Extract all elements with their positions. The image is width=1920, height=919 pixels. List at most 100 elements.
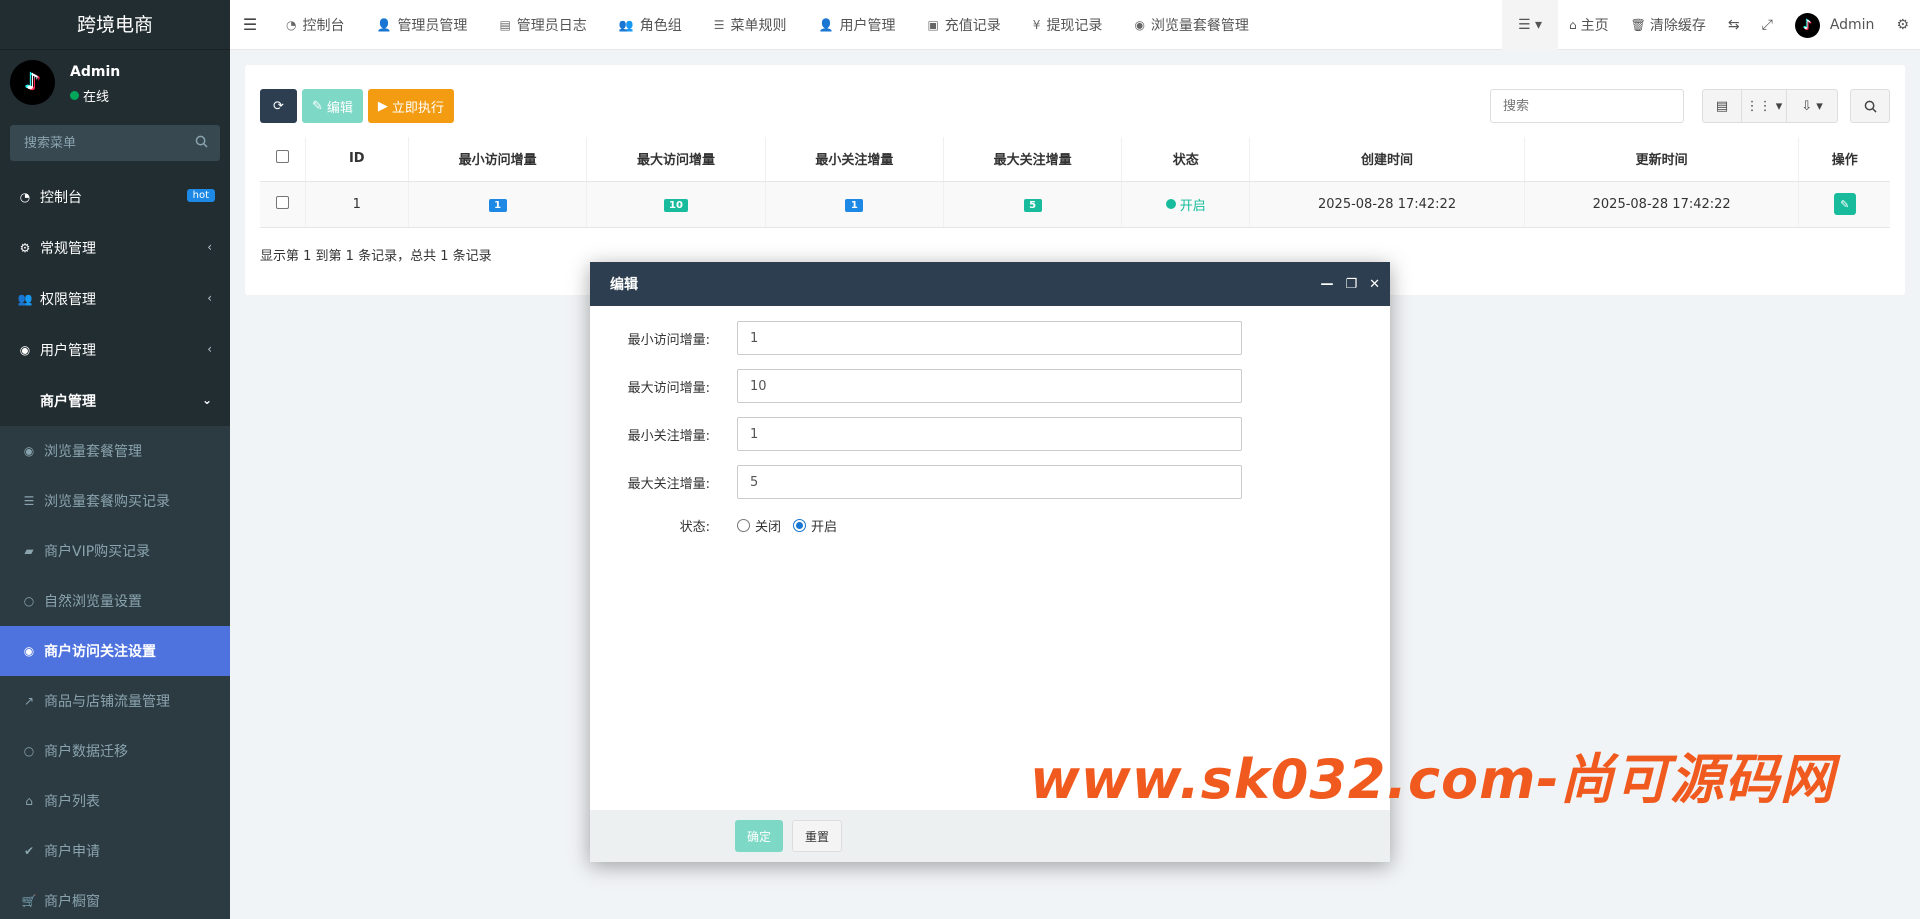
execute-button[interactable]: ▶ 立即执行 — [367, 89, 454, 123]
sidebar-item-label: 商户申请 — [44, 844, 100, 860]
settings-button[interactable]: ⚙ — [1885, 0, 1920, 50]
confirm-button[interactable]: 确定 — [735, 820, 784, 852]
minimize-icon[interactable]: — — [1320, 277, 1333, 292]
sidebar-item-dashboard[interactable]: ◔ 控制台 hot — [0, 171, 230, 222]
column-header[interactable]: 最小关注增量 — [765, 137, 944, 182]
column-header[interactable]: 最小访问增量 — [408, 137, 588, 182]
close-icon[interactable]: ✕ — [1369, 277, 1380, 292]
status-radio-on[interactable]: 开启 — [793, 516, 837, 535]
cell-max-visit: 10 — [586, 181, 766, 228]
field-label: 最大访问增量: — [627, 380, 710, 396]
cell-id: 1 — [305, 181, 409, 228]
search-icon[interactable] — [195, 135, 208, 148]
language-button[interactable]: ⇆ — [1717, 0, 1751, 50]
column-header[interactable]: 状态 — [1121, 137, 1251, 182]
tab-admin-log[interactable]: ▤ 管理员日志 — [483, 0, 602, 50]
sidebar-subitem-data-migration[interactable]: ○ 商户数据迁移 — [0, 726, 230, 776]
form-row: 最大访问增量: — [590, 369, 1390, 403]
maximize-icon[interactable]: ❐ — [1345, 277, 1357, 292]
sidebar-subitem-merchant-list[interactable]: ⌂ 商户列表 — [0, 776, 230, 826]
user-icon: 👤 — [818, 17, 834, 32]
tab-user-manage[interactable]: 👤 用户管理 — [803, 0, 912, 50]
sidebar-subitem-traffic-purchase[interactable]: ☰ 浏览量套餐购买记录 — [0, 476, 230, 526]
refresh-icon: ⟳ — [273, 98, 284, 114]
edit-button[interactable]: ✎ 编辑 — [302, 89, 363, 123]
column-header[interactable]: 最大访问增量 — [586, 137, 766, 182]
min-visit-input[interactable] — [737, 321, 1242, 355]
column-header[interactable]: 创建时间 — [1249, 137, 1525, 182]
value-badge: 1 — [845, 198, 864, 212]
circle-icon: ○ — [23, 594, 35, 608]
sidebar-subitem-traffic-package[interactable]: ◉ 浏览量套餐管理 — [0, 426, 230, 476]
columns-button[interactable]: ⋮⋮ ▾ — [1741, 89, 1787, 123]
column-header[interactable]: 最大关注增量 — [943, 137, 1123, 182]
data-table: ID 最小访问增量 最大访问增量 最小关注增量 最大关注增量 状态 创建时间 更… — [260, 137, 1890, 228]
brand-logo[interactable]: 跨境电商 — [0, 0, 230, 50]
tab-menu-rule[interactable]: ☰ 菜单规则 — [698, 0, 803, 50]
tab-traffic-package[interactable]: ◉ 浏览量套餐管理 — [1118, 0, 1264, 50]
max-visit-input[interactable] — [737, 369, 1242, 403]
menu-toggle-icon[interactable]: ☰ — [230, 0, 270, 50]
reset-button[interactable]: 重置 — [792, 820, 843, 852]
home-link[interactable]: ⌂ 主页 — [1558, 0, 1620, 50]
dashboard-icon: ◔ — [19, 189, 31, 204]
sidebar-search-input[interactable] — [10, 125, 220, 161]
column-header[interactable]: 更新时间 — [1524, 137, 1800, 182]
sidebar-subitem-goods-traffic[interactable]: ↗ 商品与店铺流量管理 — [0, 676, 230, 726]
sidebar-subitem-natural-traffic[interactable]: ○ 自然浏览量设置 — [0, 576, 230, 626]
table-search-input[interactable] — [1490, 89, 1684, 123]
radio-circle[interactable] — [793, 518, 807, 532]
dashboard-icon: ◔ — [286, 17, 297, 32]
clear-cache-button[interactable]: 🗑 清除缓存 — [1620, 0, 1717, 50]
dialog-title: 编辑 — [610, 277, 638, 293]
field-label: 状态: — [679, 519, 710, 535]
toggle-view-button[interactable]: ▤ — [1702, 89, 1742, 123]
radio-label: 开启 — [811, 519, 838, 535]
list-icon: ☰ ▾ — [1517, 17, 1543, 33]
sidebar-subitem-merchant-apply[interactable]: ✔ 商户申请 — [0, 826, 230, 876]
radio-circle[interactable] — [737, 518, 750, 532]
user-panel: ♪ Admin 在线 — [0, 50, 230, 115]
cell-min-follow: 1 — [765, 181, 944, 228]
tabs-dropdown-button[interactable]: ☰ ▾ — [1501, 0, 1559, 50]
select-all-checkbox[interactable] — [275, 150, 289, 164]
eye-icon: ◉ — [23, 644, 35, 658]
status-badge[interactable]: 开启 — [1165, 195, 1206, 214]
sidebar-item-label: 商户VIP购买记录 — [44, 544, 151, 560]
sidebar-item-label: 用户管理 — [40, 342, 96, 359]
tab-dashboard[interactable]: ◔ 控制台 — [270, 0, 360, 50]
sidebar-item-merchant[interactable]: 商户管理 ⌄ — [0, 375, 230, 426]
row-edit-button[interactable]: ✎ — [1833, 193, 1856, 215]
tab-recharge[interactable]: ▣ 充值记录 — [911, 0, 1016, 50]
column-header: 操作 — [1798, 137, 1890, 182]
tab-role-group[interactable]: 👥 角色组 — [603, 0, 698, 50]
sidebar-subitem-merchant-window[interactable]: 🛒 商户橱窗 — [0, 876, 230, 919]
sidebar-subitem-visit-follow[interactable]: ◉ 商户访问关注设置 — [0, 626, 230, 676]
refresh-button[interactable]: ⟳ — [260, 89, 297, 123]
sidebar-item-permission[interactable]: 👥 权限管理 ‹ — [0, 273, 230, 324]
min-follow-input[interactable] — [737, 417, 1242, 451]
yen-icon: ¥ — [1032, 17, 1041, 32]
table-row[interactable]: 1 1 10 1 5 开启 2025-08-28 17:42:22 2025-0… — [260, 181, 1890, 228]
dialog-header[interactable]: 编辑 — ❐ ✕ — [590, 262, 1390, 306]
sidebar-item-general[interactable]: ⚙ 常规管理 ‹ — [0, 222, 230, 273]
sidebar-item-users[interactable]: ◉ 用户管理 ‹ — [0, 324, 230, 375]
admin-user-menu[interactable]: ♪ Admin — [1784, 0, 1886, 50]
status-radio-off[interactable]: 关闭 — [737, 516, 781, 535]
sidebar-subitem-vip-purchase[interactable]: ▰ 商户VIP购买记录 — [0, 526, 230, 576]
column-header[interactable]: ID — [305, 137, 409, 182]
search-button[interactable] — [1850, 89, 1890, 123]
cart-icon: 🛒 — [21, 894, 37, 908]
play-icon: ▶ — [377, 98, 388, 114]
fullscreen-button[interactable]: ⤢ — [1751, 0, 1784, 50]
export-button[interactable]: ⇩ ▾ — [1786, 89, 1838, 123]
sidebar-menu: ◔ 控制台 hot ⚙ 常规管理 ‹ 👥 权限管理 ‹ ◉ 用户管理 ‹ 商户管… — [0, 171, 230, 426]
row-checkbox[interactable] — [275, 195, 289, 209]
form-row: 最小关注增量: — [590, 417, 1390, 451]
max-follow-input[interactable] — [737, 465, 1242, 499]
gear-icon: ⚙ — [1896, 17, 1909, 33]
money-icon: ▣ — [927, 17, 939, 32]
sidebar-item-label: 商户数据迁移 — [44, 744, 128, 760]
tab-admin-manage[interactable]: 👤 管理员管理 — [360, 0, 483, 50]
tab-withdraw[interactable]: ¥ 提现记录 — [1017, 0, 1119, 50]
